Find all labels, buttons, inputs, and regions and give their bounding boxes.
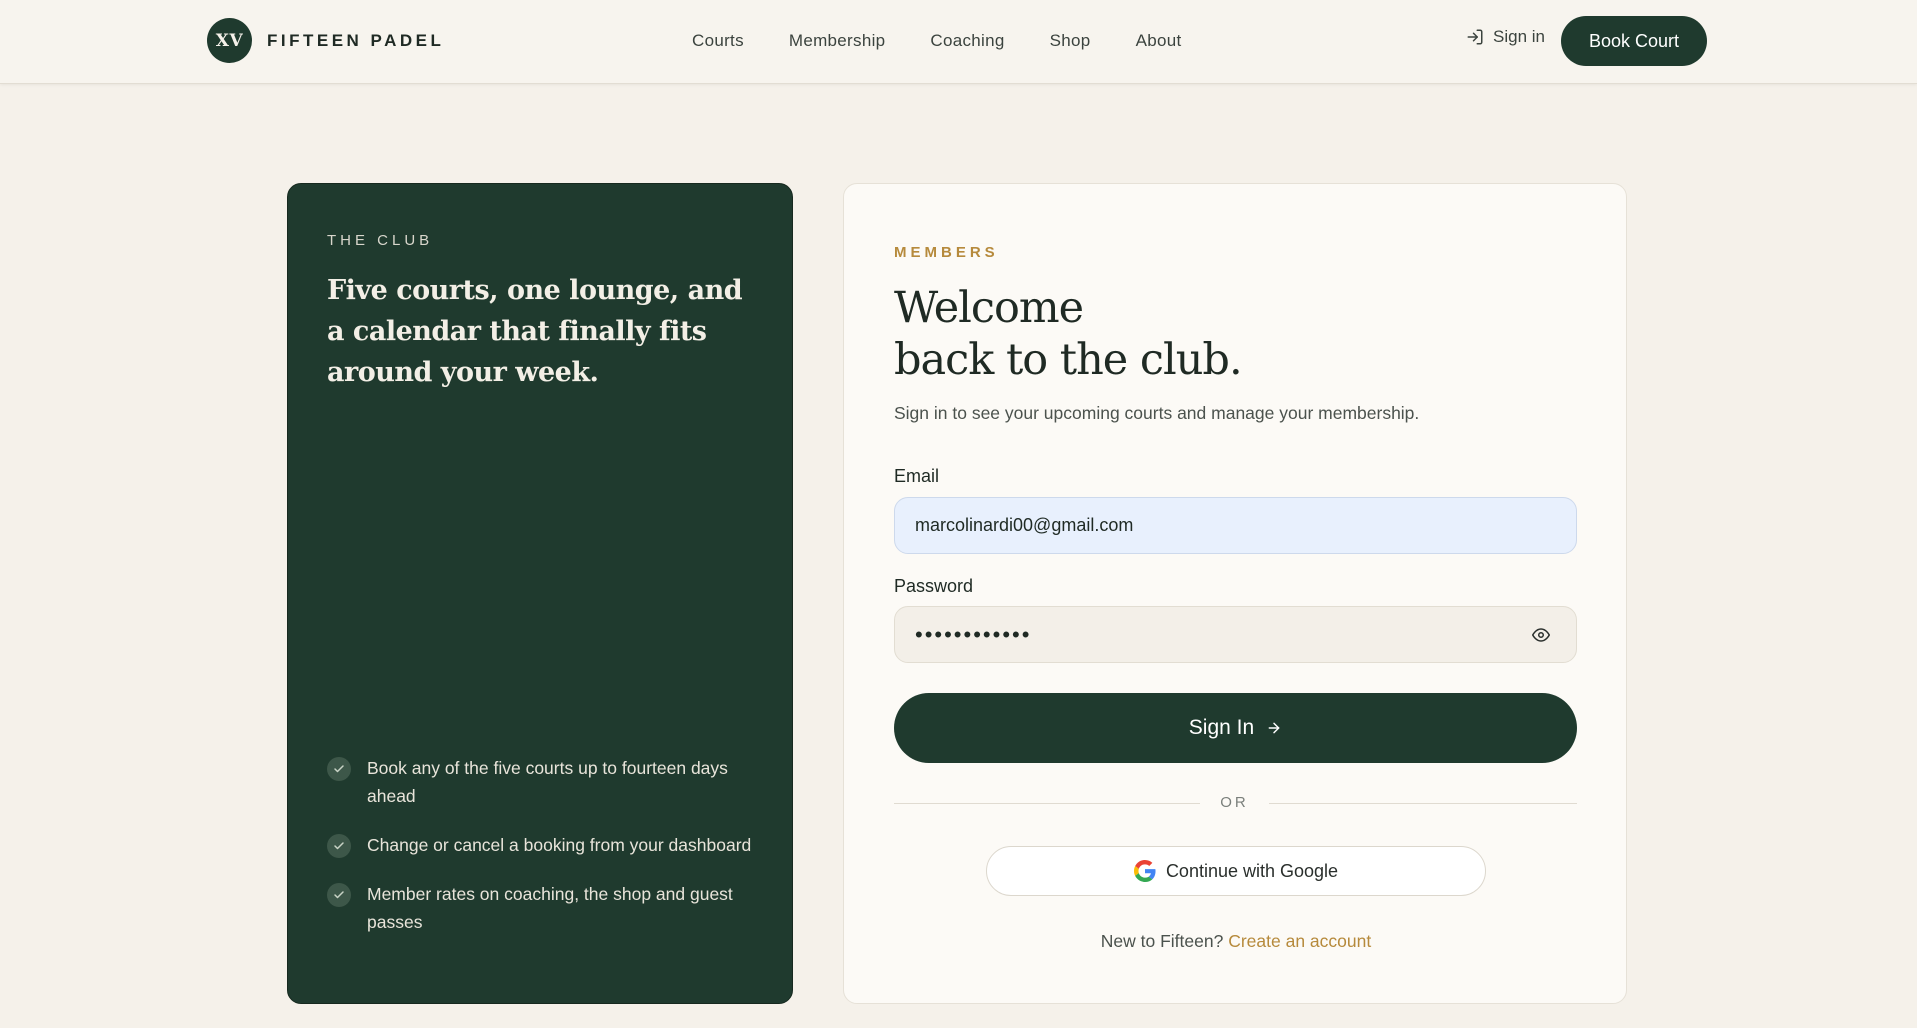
nav-item-courts[interactable]: Courts bbox=[692, 31, 744, 51]
page-subtitle: Sign in to see your upcoming courts and … bbox=[894, 403, 1420, 423]
club-eyebrow: THE CLUB bbox=[327, 232, 434, 249]
sign-in-icon bbox=[1467, 29, 1483, 45]
sign-in-submit-label: Sign In bbox=[1188, 716, 1255, 739]
nav-item-about[interactable]: About bbox=[1136, 31, 1182, 51]
benefit-text: Member rates on coaching, the shop and g… bbox=[367, 884, 733, 932]
divider-line bbox=[894, 803, 1200, 804]
club-headline: Five courts, one lounge, and a calendar … bbox=[327, 275, 743, 388]
benefits-list: Book any of the five courts up to fourte… bbox=[327, 754, 767, 957]
club-info-panel: THE CLUB Five courts, one lounge, and a … bbox=[287, 183, 793, 1004]
email-field[interactable]: marcolinardi00@gmail.com bbox=[894, 497, 1577, 554]
check-icon bbox=[327, 757, 351, 781]
nav-item-membership[interactable]: Membership bbox=[789, 31, 886, 51]
main-nav: Courts Membership Coaching Shop About bbox=[692, 0, 1182, 82]
google-button-label: Continue with Google bbox=[1165, 860, 1339, 881]
site-header: XV FIFTEEN PADEL Courts Membership Coach… bbox=[0, 0, 1917, 84]
sign-in-panel: MEMBERS Welcome back to the club. Sign i… bbox=[843, 183, 1627, 1004]
page-title: Welcome back to the club. bbox=[894, 282, 1494, 386]
benefit-item: Book any of the five courts up to fourte… bbox=[327, 754, 767, 810]
password-field[interactable]: •••••••••••• bbox=[894, 606, 1577, 663]
create-account-link[interactable]: Create an account bbox=[1228, 931, 1371, 951]
email-value: marcolinardi00@gmail.com bbox=[915, 515, 1134, 535]
nav-item-shop[interactable]: Shop bbox=[1050, 31, 1091, 51]
sign-in-submit-button[interactable]: Sign In bbox=[894, 693, 1577, 763]
brand-name: FIFTEEN PADEL bbox=[267, 30, 445, 50]
create-account-row: New to Fifteen? Create an account bbox=[844, 931, 1628, 952]
password-label: Password bbox=[894, 576, 974, 596]
benefit-text: Change or cancel a booking from your das… bbox=[367, 835, 752, 855]
google-icon bbox=[1133, 860, 1156, 882]
email-label: Email bbox=[894, 466, 940, 486]
book-court-button[interactable]: Book Court bbox=[1561, 16, 1707, 66]
members-eyebrow: MEMBERS bbox=[894, 244, 999, 261]
brand-mark-icon: XV bbox=[207, 18, 252, 63]
continue-with-google-button[interactable]: Continue with Google bbox=[986, 846, 1486, 896]
password-value: •••••••••••• bbox=[915, 621, 1032, 647]
arrow-right-icon bbox=[1268, 722, 1280, 734]
benefit-item: Change or cancel a booking from your das… bbox=[327, 831, 767, 859]
divider-line bbox=[1269, 803, 1577, 804]
divider-text: OR bbox=[1220, 794, 1249, 811]
eye-icon[interactable] bbox=[1530, 625, 1552, 645]
header-sign-in-link[interactable]: Sign in bbox=[1466, 27, 1545, 47]
check-icon bbox=[327, 834, 351, 858]
page-title-line-1: Welcome bbox=[894, 283, 1084, 333]
header-sign-in-label: Sign in bbox=[1493, 27, 1545, 46]
check-icon bbox=[327, 883, 351, 907]
benefit-text: Book any of the five courts up to fourte… bbox=[367, 758, 728, 806]
brand-logo[interactable]: XV FIFTEEN PADEL bbox=[207, 18, 444, 63]
page-title-line-2: back to the club. bbox=[894, 335, 1243, 385]
nav-item-coaching[interactable]: Coaching bbox=[930, 31, 1004, 51]
benefit-item: Member rates on coaching, the shop and g… bbox=[327, 880, 767, 936]
new-user-prompt: New to Fifteen? bbox=[1100, 931, 1224, 951]
